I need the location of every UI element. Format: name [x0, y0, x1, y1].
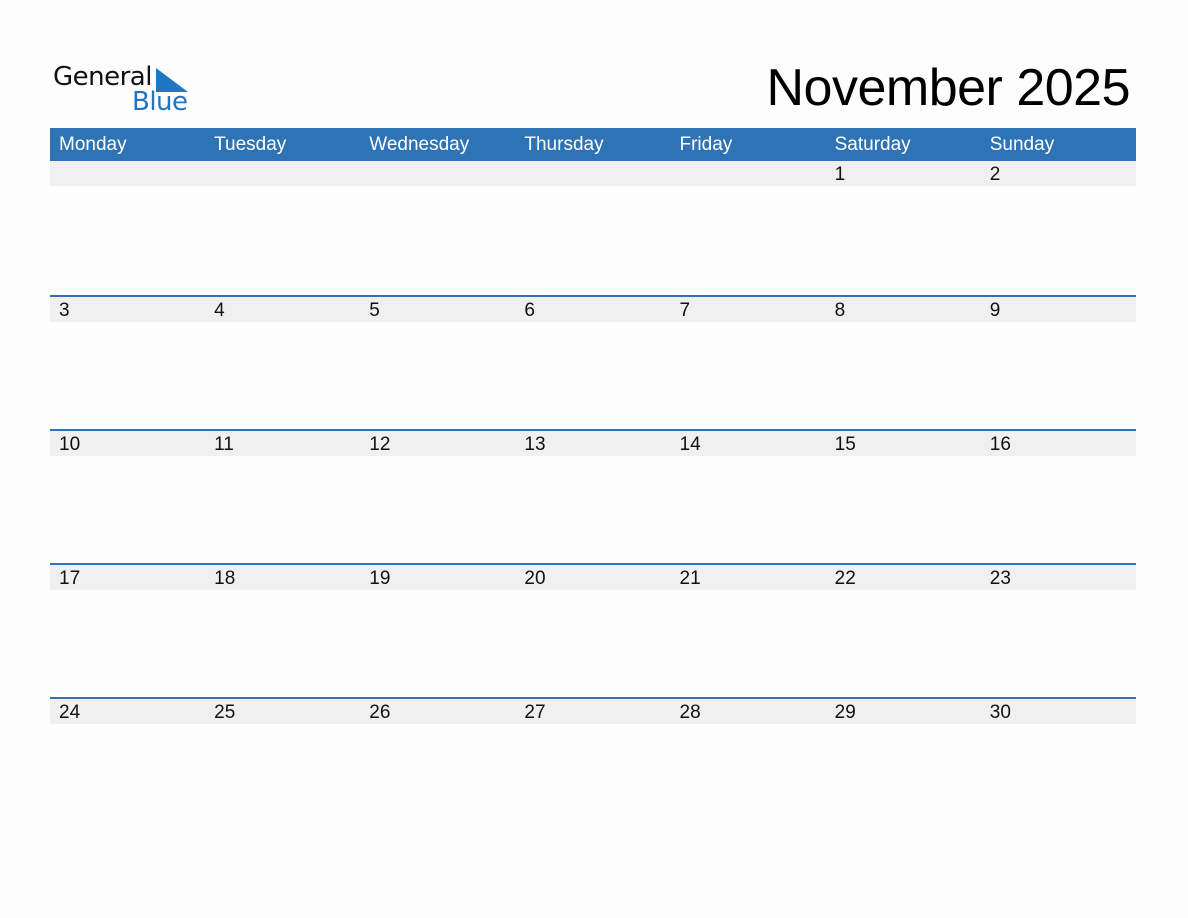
weekday-label: Wednesday [369, 134, 470, 155]
day-cell: 25 [214, 702, 236, 723]
day-cell: 29 [834, 702, 856, 723]
day-cell: 21 [679, 568, 701, 589]
day-cell: 8 [834, 300, 846, 321]
weekday-label: Saturday [834, 134, 911, 155]
day-cell: 14 [679, 434, 701, 455]
day-cell: 7 [679, 300, 691, 321]
day-cell: 3 [59, 300, 70, 321]
week-row: 17 18 19 20 21 22 23 [50, 563, 1136, 697]
weekday-label: Friday [679, 134, 733, 155]
day-cell: 11 [214, 434, 234, 455]
day-cell: 16 [989, 434, 1011, 455]
date-strip: 12 [50, 161, 1136, 186]
day-cell [50, 161, 205, 186]
week-row: 10 11 12 13 14 15 16 [50, 429, 1136, 563]
date-strip: 24 25 26 27 28 29 30 [50, 699, 1136, 724]
day-cell [205, 161, 360, 186]
weekday-header: Monday Tuesday Wednesday Thursday Friday… [50, 128, 1136, 161]
day-cell: 19 [369, 568, 391, 589]
week-row: 24 25 26 27 28 29 30 [50, 697, 1136, 831]
day-cell: 12 [369, 434, 391, 455]
day-cell [360, 161, 515, 186]
date-strip: 10 11 12 13 14 15 16 [50, 431, 1136, 456]
day-cell: 13 [524, 434, 546, 455]
week-row: 12 [50, 161, 1136, 295]
calendar-grid: Monday Tuesday Wednesday Thursday Friday… [50, 128, 1136, 831]
day-cell: 6 [524, 300, 535, 321]
date-strip: 17 18 19 20 21 22 23 [50, 565, 1136, 590]
day-cell: 28 [679, 702, 701, 723]
day-cell: 9 [989, 300, 1001, 321]
weekday-label: Sunday [989, 134, 1055, 155]
day-cell: 24 [59, 702, 81, 723]
weekday-label: Tuesday [214, 134, 287, 155]
month-title: November 2025 [766, 59, 1131, 117]
logo-text-blue: Blue [132, 87, 188, 117]
day-cell [671, 161, 826, 186]
day-cell [515, 161, 670, 186]
weekday-label: Monday [59, 134, 127, 155]
brand-logo: General Blue [53, 62, 193, 118]
day-cell: 1 [834, 164, 846, 185]
day-cell: 17 [59, 568, 81, 589]
day-cell: 22 [834, 568, 856, 589]
day-cell: 23 [989, 568, 1011, 589]
week-row: 3 4 5 6 7 8 9 [50, 295, 1136, 429]
day-cell: 15 [834, 434, 856, 455]
weekday-label: Thursday [524, 134, 604, 155]
day-cell: 26 [369, 702, 391, 723]
day-cell: 30 [989, 702, 1011, 723]
day-cell: 20 [524, 568, 546, 589]
day-cell: 27 [524, 702, 546, 723]
day-cell: 5 [369, 300, 380, 321]
day-cell: 18 [214, 568, 236, 589]
day-cell: 10 [59, 434, 81, 455]
date-strip: 3 4 5 6 7 8 9 [50, 297, 1136, 322]
day-cell: 2 [989, 164, 1001, 185]
day-cell: 4 [214, 300, 225, 321]
